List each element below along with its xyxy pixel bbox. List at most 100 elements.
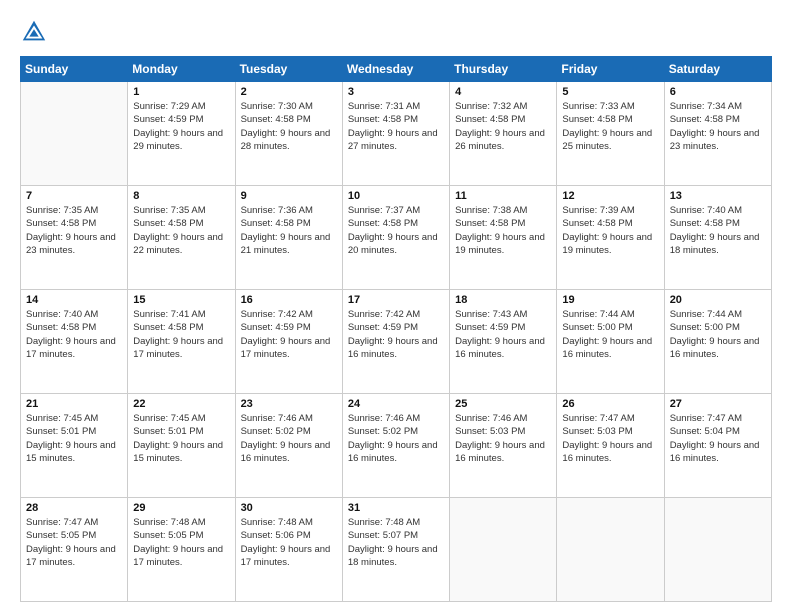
sunset-text: Sunset: 5:01 PM bbox=[133, 426, 203, 437]
sunrise-text: Sunrise: 7:46 AM bbox=[348, 413, 420, 424]
day-info: Sunrise: 7:33 AM Sunset: 4:58 PM Dayligh… bbox=[562, 100, 659, 153]
sunset-text: Sunset: 5:04 PM bbox=[670, 426, 740, 437]
day-info: Sunrise: 7:29 AM Sunset: 4:59 PM Dayligh… bbox=[133, 100, 230, 153]
col-header-monday: Monday bbox=[128, 57, 235, 82]
sunset-text: Sunset: 4:58 PM bbox=[455, 114, 525, 125]
day-number: 26 bbox=[562, 398, 659, 410]
daylight-text: Daylight: 9 hours and 15 minutes. bbox=[26, 440, 116, 464]
day-number: 20 bbox=[670, 294, 767, 306]
day-info: Sunrise: 7:35 AM Sunset: 4:58 PM Dayligh… bbox=[133, 204, 230, 257]
daylight-text: Daylight: 9 hours and 16 minutes. bbox=[670, 336, 760, 360]
sunset-text: Sunset: 4:58 PM bbox=[26, 218, 96, 229]
sunrise-text: Sunrise: 7:47 AM bbox=[670, 413, 742, 424]
day-number: 16 bbox=[241, 294, 338, 306]
daylight-text: Daylight: 9 hours and 18 minutes. bbox=[348, 544, 438, 568]
day-info: Sunrise: 7:44 AM Sunset: 5:00 PM Dayligh… bbox=[562, 308, 659, 361]
day-info: Sunrise: 7:47 AM Sunset: 5:04 PM Dayligh… bbox=[670, 412, 767, 465]
sunrise-text: Sunrise: 7:38 AM bbox=[455, 205, 527, 216]
day-number: 21 bbox=[26, 398, 123, 410]
calendar-cell: 12 Sunrise: 7:39 AM Sunset: 4:58 PM Dayl… bbox=[557, 186, 664, 290]
sunset-text: Sunset: 4:58 PM bbox=[133, 218, 203, 229]
calendar-cell: 4 Sunrise: 7:32 AM Sunset: 4:58 PM Dayli… bbox=[450, 82, 557, 186]
page: SundayMondayTuesdayWednesdayThursdayFrid… bbox=[0, 0, 792, 612]
day-number: 31 bbox=[348, 502, 445, 514]
day-info: Sunrise: 7:45 AM Sunset: 5:01 PM Dayligh… bbox=[26, 412, 123, 465]
col-header-wednesday: Wednesday bbox=[342, 57, 449, 82]
day-info: Sunrise: 7:42 AM Sunset: 4:59 PM Dayligh… bbox=[241, 308, 338, 361]
daylight-text: Daylight: 9 hours and 25 minutes. bbox=[562, 128, 652, 152]
sunrise-text: Sunrise: 7:42 AM bbox=[348, 309, 420, 320]
day-info: Sunrise: 7:46 AM Sunset: 5:03 PM Dayligh… bbox=[455, 412, 552, 465]
sunrise-text: Sunrise: 7:30 AM bbox=[241, 101, 313, 112]
calendar-table: SundayMondayTuesdayWednesdayThursdayFrid… bbox=[20, 56, 772, 602]
day-number: 22 bbox=[133, 398, 230, 410]
sunset-text: Sunset: 4:58 PM bbox=[348, 114, 418, 125]
day-number: 9 bbox=[241, 190, 338, 202]
sunrise-text: Sunrise: 7:32 AM bbox=[455, 101, 527, 112]
day-number: 24 bbox=[348, 398, 445, 410]
calendar-week-2: 14 Sunrise: 7:40 AM Sunset: 4:58 PM Dayl… bbox=[21, 290, 772, 394]
day-info: Sunrise: 7:36 AM Sunset: 4:58 PM Dayligh… bbox=[241, 204, 338, 257]
sunset-text: Sunset: 5:05 PM bbox=[133, 530, 203, 541]
sunrise-text: Sunrise: 7:41 AM bbox=[133, 309, 205, 320]
day-info: Sunrise: 7:30 AM Sunset: 4:58 PM Dayligh… bbox=[241, 100, 338, 153]
calendar-cell: 6 Sunrise: 7:34 AM Sunset: 4:58 PM Dayli… bbox=[664, 82, 771, 186]
day-info: Sunrise: 7:46 AM Sunset: 5:02 PM Dayligh… bbox=[348, 412, 445, 465]
sunset-text: Sunset: 4:58 PM bbox=[670, 218, 740, 229]
header bbox=[20, 18, 772, 46]
col-header-sunday: Sunday bbox=[21, 57, 128, 82]
daylight-text: Daylight: 9 hours and 16 minutes. bbox=[348, 336, 438, 360]
sunrise-text: Sunrise: 7:43 AM bbox=[455, 309, 527, 320]
calendar-cell: 2 Sunrise: 7:30 AM Sunset: 4:58 PM Dayli… bbox=[235, 82, 342, 186]
daylight-text: Daylight: 9 hours and 16 minutes. bbox=[348, 440, 438, 464]
sunrise-text: Sunrise: 7:47 AM bbox=[562, 413, 634, 424]
sunset-text: Sunset: 5:07 PM bbox=[348, 530, 418, 541]
sunset-text: Sunset: 4:59 PM bbox=[455, 322, 525, 333]
sunset-text: Sunset: 5:00 PM bbox=[562, 322, 632, 333]
sunrise-text: Sunrise: 7:47 AM bbox=[26, 517, 98, 528]
day-number: 30 bbox=[241, 502, 338, 514]
calendar-cell: 17 Sunrise: 7:42 AM Sunset: 4:59 PM Dayl… bbox=[342, 290, 449, 394]
logo bbox=[20, 18, 50, 46]
sunrise-text: Sunrise: 7:48 AM bbox=[348, 517, 420, 528]
day-number: 14 bbox=[26, 294, 123, 306]
calendar-cell: 27 Sunrise: 7:47 AM Sunset: 5:04 PM Dayl… bbox=[664, 394, 771, 498]
sunrise-text: Sunrise: 7:46 AM bbox=[455, 413, 527, 424]
daylight-text: Daylight: 9 hours and 16 minutes. bbox=[562, 336, 652, 360]
calendar-week-4: 28 Sunrise: 7:47 AM Sunset: 5:05 PM Dayl… bbox=[21, 498, 772, 602]
day-number: 11 bbox=[455, 190, 552, 202]
day-number: 1 bbox=[133, 86, 230, 98]
calendar-cell: 3 Sunrise: 7:31 AM Sunset: 4:58 PM Dayli… bbox=[342, 82, 449, 186]
day-number: 6 bbox=[670, 86, 767, 98]
calendar-cell: 19 Sunrise: 7:44 AM Sunset: 5:00 PM Dayl… bbox=[557, 290, 664, 394]
day-info: Sunrise: 7:37 AM Sunset: 4:58 PM Dayligh… bbox=[348, 204, 445, 257]
daylight-text: Daylight: 9 hours and 17 minutes. bbox=[133, 544, 223, 568]
calendar-cell: 8 Sunrise: 7:35 AM Sunset: 4:58 PM Dayli… bbox=[128, 186, 235, 290]
calendar-cell: 30 Sunrise: 7:48 AM Sunset: 5:06 PM Dayl… bbox=[235, 498, 342, 602]
sunset-text: Sunset: 4:58 PM bbox=[455, 218, 525, 229]
calendar-week-0: 1 Sunrise: 7:29 AM Sunset: 4:59 PM Dayli… bbox=[21, 82, 772, 186]
daylight-text: Daylight: 9 hours and 23 minutes. bbox=[670, 128, 760, 152]
col-header-thursday: Thursday bbox=[450, 57, 557, 82]
daylight-text: Daylight: 9 hours and 16 minutes. bbox=[241, 440, 331, 464]
day-number: 5 bbox=[562, 86, 659, 98]
sunrise-text: Sunrise: 7:45 AM bbox=[26, 413, 98, 424]
day-number: 19 bbox=[562, 294, 659, 306]
calendar-cell: 7 Sunrise: 7:35 AM Sunset: 4:58 PM Dayli… bbox=[21, 186, 128, 290]
sunrise-text: Sunrise: 7:35 AM bbox=[133, 205, 205, 216]
day-info: Sunrise: 7:48 AM Sunset: 5:05 PM Dayligh… bbox=[133, 516, 230, 569]
daylight-text: Daylight: 9 hours and 20 minutes. bbox=[348, 232, 438, 256]
sunset-text: Sunset: 4:58 PM bbox=[241, 218, 311, 229]
day-info: Sunrise: 7:42 AM Sunset: 4:59 PM Dayligh… bbox=[348, 308, 445, 361]
day-info: Sunrise: 7:32 AM Sunset: 4:58 PM Dayligh… bbox=[455, 100, 552, 153]
sunset-text: Sunset: 4:58 PM bbox=[348, 218, 418, 229]
calendar-cell: 20 Sunrise: 7:44 AM Sunset: 5:00 PM Dayl… bbox=[664, 290, 771, 394]
sunset-text: Sunset: 4:58 PM bbox=[562, 218, 632, 229]
daylight-text: Daylight: 9 hours and 18 minutes. bbox=[670, 232, 760, 256]
calendar-cell bbox=[21, 82, 128, 186]
calendar-week-3: 21 Sunrise: 7:45 AM Sunset: 5:01 PM Dayl… bbox=[21, 394, 772, 498]
day-number: 15 bbox=[133, 294, 230, 306]
day-info: Sunrise: 7:46 AM Sunset: 5:02 PM Dayligh… bbox=[241, 412, 338, 465]
sunset-text: Sunset: 5:02 PM bbox=[241, 426, 311, 437]
calendar-cell: 13 Sunrise: 7:40 AM Sunset: 4:58 PM Dayl… bbox=[664, 186, 771, 290]
